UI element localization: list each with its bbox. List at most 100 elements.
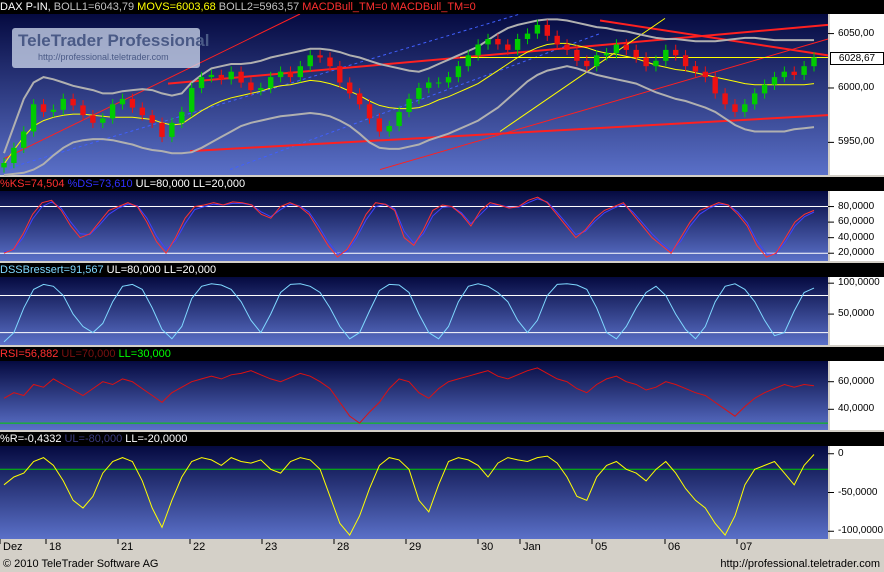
candle-body	[198, 77, 205, 88]
x-tick-label: Dez	[3, 541, 23, 553]
candle-body	[435, 82, 442, 84]
candle-body	[475, 44, 481, 56]
candle-body	[485, 39, 491, 45]
candle-body	[801, 66, 807, 75]
candle-body	[70, 98, 76, 106]
candle-body	[347, 82, 353, 94]
candle-body	[287, 71, 294, 78]
candle-body	[129, 98, 136, 108]
candle-body	[100, 118, 106, 123]
y-axis-box-rsi	[830, 361, 884, 430]
x-tick-label: 06	[668, 541, 681, 553]
y-tick-label-willr: 0	[838, 447, 844, 459]
y-tick-label-stoch: 80,0000	[838, 200, 875, 212]
candle-body	[297, 66, 303, 78]
panel-bg-dss	[0, 277, 828, 345]
y-tick-label-willr: -50,0000	[838, 486, 878, 498]
candle-body	[80, 105, 86, 116]
x-tick-label: Jan	[523, 541, 541, 553]
x-tick-label: 23	[265, 541, 278, 553]
x-tick-label: 07	[740, 541, 753, 553]
candle-body	[189, 88, 195, 112]
candle-body	[623, 44, 629, 50]
header-stoch-part-2: UL=80,000	[135, 178, 190, 190]
candle-body	[356, 93, 363, 105]
candle-body	[317, 55, 323, 58]
candle-body	[791, 71, 797, 75]
candle-body	[445, 77, 452, 83]
candle-body	[633, 49, 639, 58]
logo-url: http://professional.teletrader.com	[38, 52, 169, 62]
candle-body	[11, 147, 17, 163]
candle-body	[613, 44, 620, 54]
header-dss-part-0: DSSBressert=91,567	[0, 264, 104, 276]
candle-body	[732, 104, 738, 112]
candle-body	[712, 77, 718, 94]
candle-body	[574, 49, 580, 61]
candle-body	[455, 66, 462, 78]
williams-panel-header: %R=-0,4332 UL=-80,000 LL=-20,0000	[0, 432, 884, 446]
header-price-part-2: MOVS=6003,68	[137, 1, 216, 13]
header-rsi-part-1: UL=70,000	[61, 348, 116, 360]
y-tick-label-stoch: 20,0000	[838, 247, 875, 259]
candle-body	[465, 55, 471, 67]
candle-body	[238, 71, 244, 83]
copyright-text: © 2010 TeleTrader Software AG	[3, 558, 159, 570]
chart-window: DAX P-IN, BOLL1=6043,79 MOVS=6003,68 BOLL2=…	[0, 0, 884, 572]
logo-name: TeleTrader Professional	[18, 31, 210, 50]
stochastic-panel-header: %KS=74,504 %DS=73,610 UL=80,000 LL=20,000	[0, 177, 884, 191]
y-tick-label-willr: -100,0000	[838, 525, 884, 537]
header-willr-part-0: %R=-0,4332	[0, 433, 62, 445]
header-price-part-0: DAX P-IN,	[0, 1, 51, 13]
header-dss-part-2: LL=20,000	[163, 264, 217, 276]
candle-body	[653, 60, 659, 67]
candle-body	[30, 104, 37, 132]
header-rsi-part-0: RSI=56,882	[0, 348, 59, 360]
candle-body	[248, 82, 254, 91]
candle-body	[406, 98, 412, 112]
panel-bg-willr	[0, 446, 828, 539]
candle-body	[495, 39, 501, 45]
candle-body	[21, 131, 27, 148]
candle-body	[534, 24, 541, 34]
y-tick-label-rsi: 40,0000	[838, 403, 875, 415]
header-stoch-part-3: LL=20,000	[192, 178, 246, 190]
candle-body	[376, 118, 382, 132]
candle-body	[337, 66, 343, 83]
candle-body	[386, 126, 392, 132]
header-dss-part-1: UL=80,000	[106, 264, 161, 276]
footer-url-link[interactable]: http://professional.teletrader.com	[720, 556, 880, 572]
x-tick-label: 22	[193, 541, 206, 553]
candle-body	[366, 104, 373, 119]
candle-body	[119, 98, 126, 105]
candle-body	[416, 88, 422, 99]
candle-body	[228, 71, 234, 80]
candle-body	[90, 115, 96, 123]
candle-body	[327, 57, 333, 67]
candle-body	[208, 74, 215, 78]
candle-body	[396, 111, 402, 126]
y-tick-label-price: 6000,00	[838, 81, 875, 93]
candle-body	[159, 122, 165, 137]
header-willr-part-1: UL=-80,000	[64, 433, 123, 445]
footer-bar: © 2010 TeleTrader Software AG http://pro…	[0, 556, 884, 572]
candle-body	[179, 111, 185, 123]
header-stoch-part-0: %KS=74,504	[0, 178, 65, 190]
candle-body	[584, 60, 590, 67]
header-stoch-part-1: %DS=73,610	[67, 178, 133, 190]
candle-body	[109, 104, 116, 119]
rsi-panel-header: RSI=56,882 UL=70,000 LL=30,000	[0, 347, 884, 361]
candle-body	[771, 77, 778, 85]
candle-body	[268, 77, 274, 88]
candle-body	[307, 55, 313, 67]
dss-panel-header: DSSBressert=91,567 UL=80,000 LL=20,000	[0, 263, 884, 277]
candle-body	[218, 74, 224, 80]
candle-body	[722, 93, 728, 105]
candle-body	[40, 104, 47, 112]
chart-canvas	[0, 13, 884, 556]
candle-body	[663, 49, 669, 61]
candle-body	[277, 71, 284, 78]
y-tick-label-dss: 50,0000	[838, 308, 875, 320]
panel-bg-stoch	[0, 191, 828, 261]
candle-body	[60, 98, 66, 110]
